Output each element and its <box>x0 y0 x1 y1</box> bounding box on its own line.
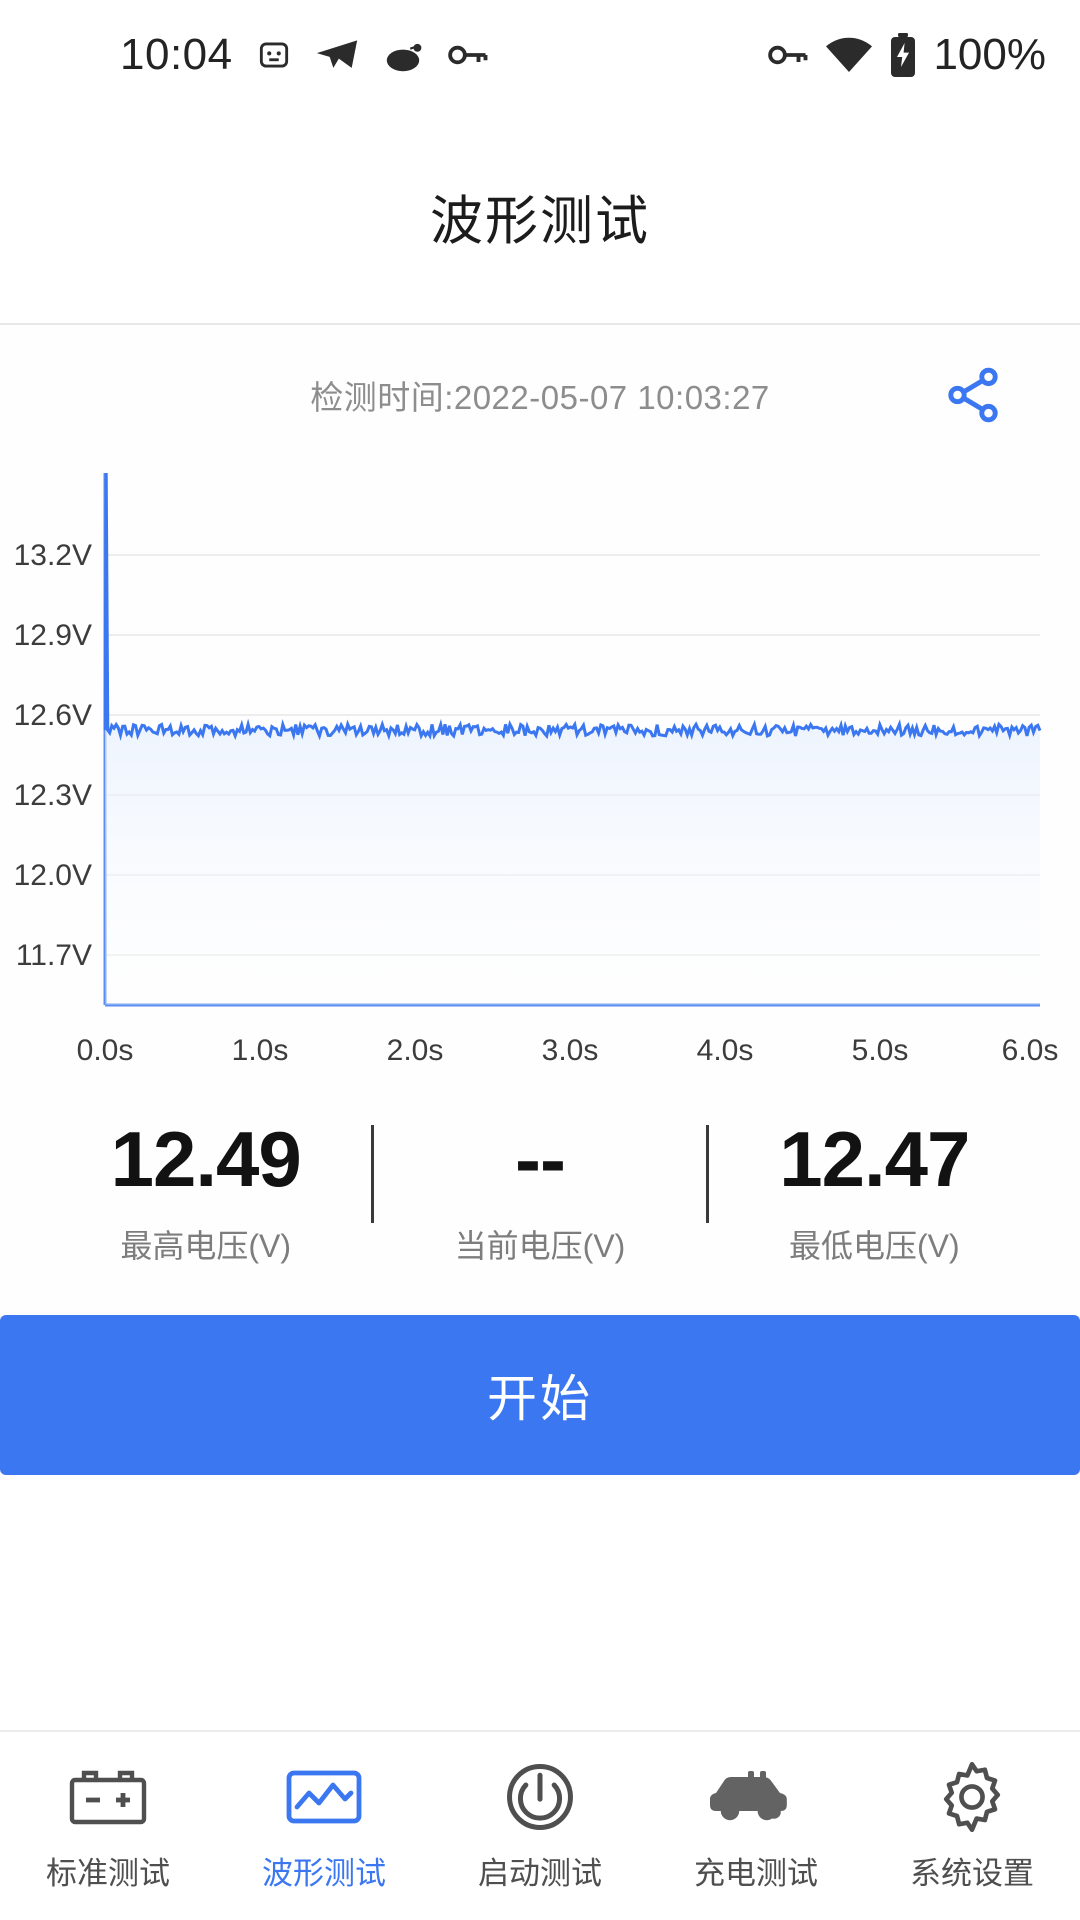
key-icon <box>767 40 809 70</box>
bottom-navigation: 标准测试 波形测试 启动测试 充电测试 系统设置 <box>0 1730 1080 1920</box>
key-icon <box>447 40 489 70</box>
detect-time-row: 检测时间:2022-05-07 10:03:27 <box>0 325 1080 465</box>
chart-line-series <box>103 472 1042 742</box>
x-tick: 4.0s <box>697 1034 754 1067</box>
readout-max-voltage: 12.49 最高电压(V) <box>40 1115 371 1267</box>
readout-label: 当前电压(V) <box>454 1227 626 1264</box>
y-tick: 11.7V <box>16 939 92 972</box>
voltage-waveform-chart: 13.2V 12.9V 12.6V 12.3V 12.0V 11.7V 0.0s… <box>0 465 1080 1105</box>
app-title-bar: 波形测试 <box>0 110 1080 325</box>
paper-plane-icon <box>315 38 359 72</box>
voltage-readouts: 12.49 最高电压(V) -- 当前电压(V) 12.47 最低电压(V) <box>0 1105 1080 1267</box>
nav-label: 充电测试 <box>694 1855 818 1891</box>
battery-test-icon <box>68 1760 148 1834</box>
chart-svg: 13.2V 12.9V 12.6V 12.3V 12.0V 11.7V 0.0s… <box>14 472 1059 1067</box>
nav-label: 标准测试 <box>46 1855 170 1891</box>
nav-item-charging-test[interactable]: 充电测试 <box>648 1760 864 1893</box>
reddit-icon <box>381 37 425 73</box>
nav-item-system-settings[interactable]: 系统设置 <box>864 1760 1080 1893</box>
x-tick: 0.0s <box>77 1034 134 1067</box>
readout-current-voltage: -- 当前电压(V) <box>374 1115 705 1267</box>
battery-charging-icon <box>889 33 917 77</box>
waveform-icon <box>285 1760 363 1834</box>
nav-label: 波形测试 <box>262 1855 386 1891</box>
status-clock: 10:04 <box>120 30 233 79</box>
readout-label: 最高电压(V) <box>120 1227 291 1264</box>
nav-label: 系统设置 <box>910 1855 1034 1891</box>
status-bar-left: 10:04 <box>120 30 489 80</box>
readout-min-voltage: 12.47 最低电压(V) <box>709 1115 1040 1267</box>
nav-item-waveform-test[interactable]: 波形测试 <box>216 1760 432 1893</box>
face-icon <box>255 36 293 74</box>
y-tick: 12.0V <box>14 859 92 892</box>
battery-percentage: 100% <box>933 30 1046 79</box>
nav-item-start-test[interactable]: 启动测试 <box>432 1760 648 1893</box>
detect-time-label: 检测时间:2022-05-07 10:03:27 <box>310 379 770 416</box>
start-button[interactable]: 开始 <box>0 1314 1080 1475</box>
readout-value: 12.47 <box>779 1115 970 1203</box>
status-bar: 10:04 100% <box>0 0 1080 110</box>
page-title: 波形测试 <box>430 191 650 251</box>
chart-y-tick-labels: 13.2V 12.9V 12.6V 12.3V 12.0V 11.7V <box>14 539 92 972</box>
gear-icon <box>934 1760 1010 1834</box>
readout-value: -- <box>515 1115 566 1203</box>
power-icon <box>503 1760 577 1834</box>
nav-label: 启动测试 <box>478 1855 602 1891</box>
x-tick: 1.0s <box>232 1034 289 1067</box>
y-tick: 13.2V <box>14 539 92 572</box>
main-content: 检测时间:2022-05-07 10:03:27 13.2V 12.9V 12.… <box>0 325 1080 1475</box>
nav-item-standard-test[interactable]: 标准测试 <box>0 1760 216 1893</box>
x-tick: 3.0s <box>542 1034 599 1067</box>
readout-value: 12.49 <box>110 1115 302 1203</box>
readout-label: 最低电压(V) <box>788 1227 960 1264</box>
y-tick: 12.6V <box>14 699 92 732</box>
status-bar-right: 100% <box>767 30 1046 80</box>
x-tick: 2.0s <box>387 1034 444 1067</box>
car-charging-icon <box>708 1760 804 1834</box>
chart-x-tick-labels: 0.0s 1.0s 2.0s 3.0s 4.0s 5.0s 6.0s <box>77 1034 1059 1067</box>
y-tick: 12.3V <box>14 779 92 812</box>
wifi-icon <box>825 36 873 74</box>
share-icon[interactable] <box>938 360 1008 430</box>
x-tick: 6.0s <box>1002 1034 1059 1067</box>
x-tick: 5.0s <box>852 1034 909 1067</box>
y-tick: 12.9V <box>14 619 92 652</box>
chart-area-fill <box>105 473 1040 1005</box>
